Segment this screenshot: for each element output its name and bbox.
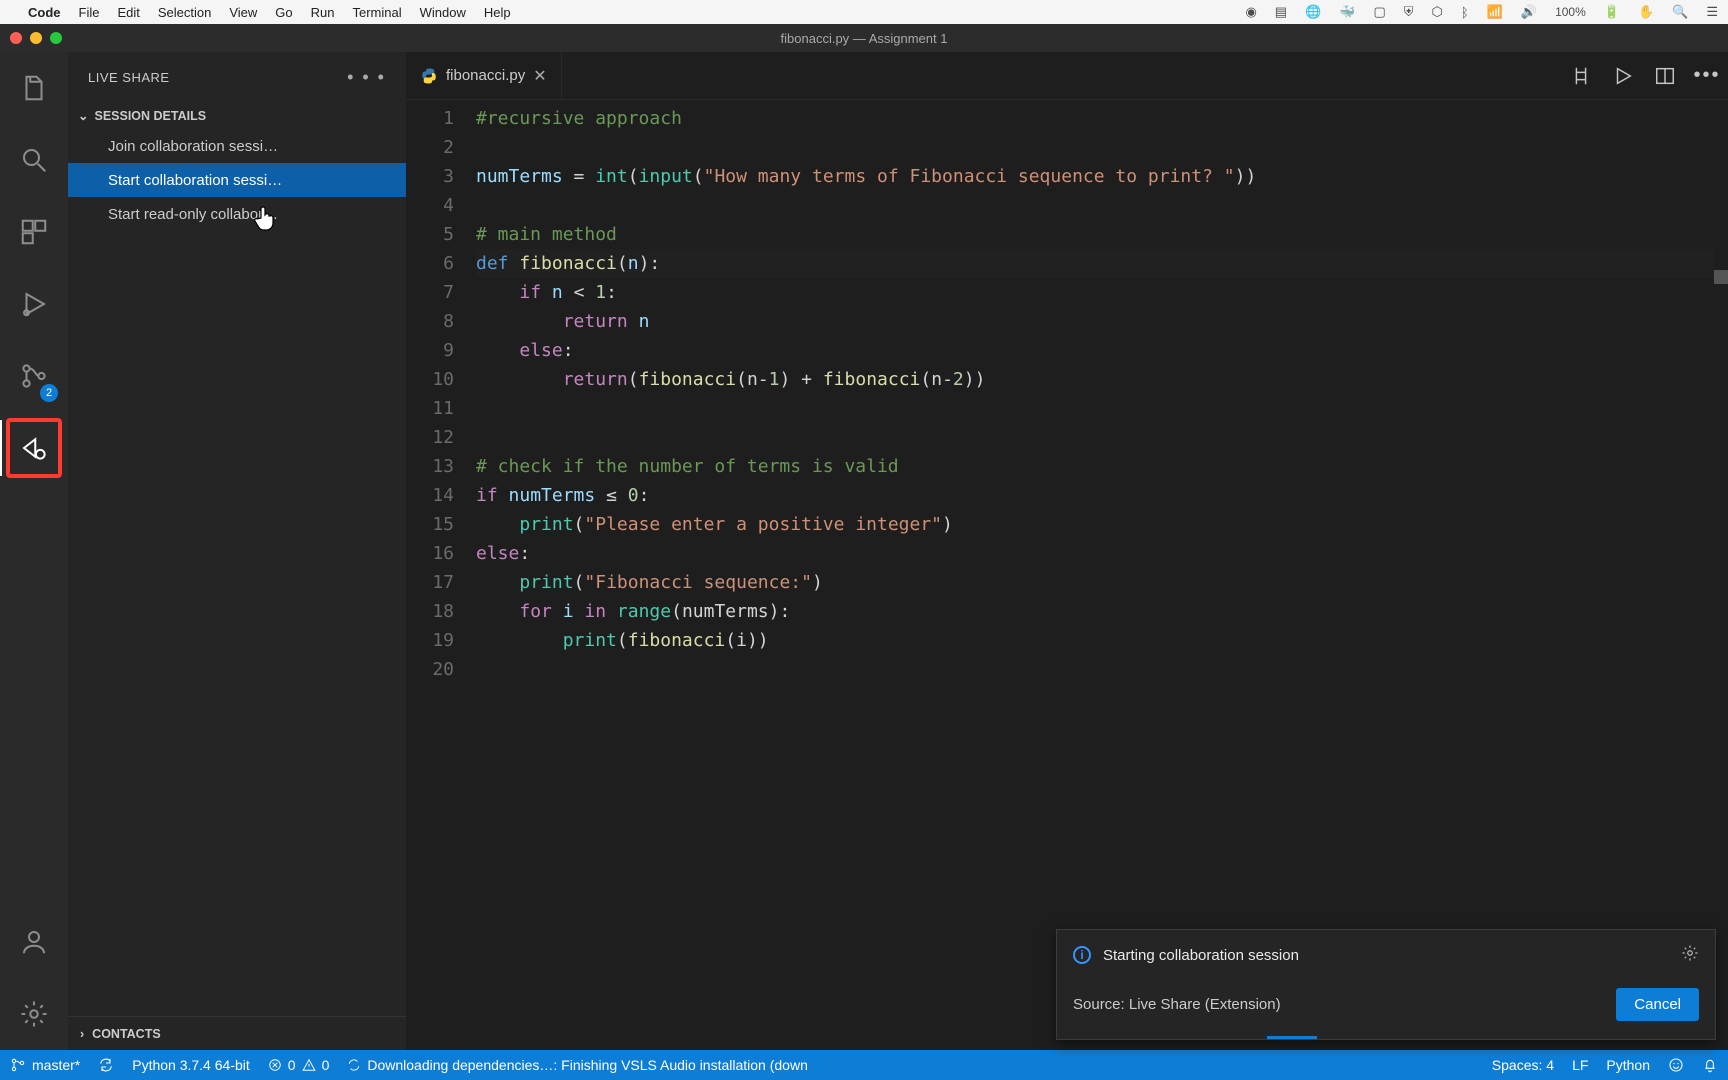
menubar-wifi-icon[interactable]: 📶 <box>1487 4 1503 20</box>
status-bell-icon[interactable] <box>1702 1057 1718 1073</box>
code-area[interactable]: 1234567891011121314151617181920 #recursi… <box>406 100 1728 1050</box>
window-title: fibonacci.py — Assignment 1 <box>0 31 1728 46</box>
status-problems[interactable]: 0 0 <box>268 1057 330 1073</box>
editor-tabbar: fibonacci.py ✕ ••• <box>406 52 1728 100</box>
menu-go[interactable]: Go <box>275 5 292 20</box>
editor-action-compare[interactable] <box>1560 52 1602 99</box>
menubar-package-icon[interactable]: ▢ <box>1373 4 1385 20</box>
status-language[interactable]: Python <box>1606 1057 1650 1073</box>
window-maximize-button[interactable] <box>50 32 62 44</box>
toast-title: Starting collaboration session <box>1103 947 1669 964</box>
toast-source: Source: Live Share (Extension) <box>1073 996 1281 1013</box>
info-icon: i <box>1073 946 1091 964</box>
activity-source-control[interactable]: 2 <box>0 340 68 412</box>
menubar-dropbox-icon[interactable]: ⬡ <box>1432 4 1443 20</box>
status-sync[interactable] <box>98 1057 114 1073</box>
status-branch-label: master* <box>32 1057 80 1073</box>
minimap-thumb[interactable] <box>1714 270 1728 284</box>
menubar-record-icon[interactable]: ◉ <box>1245 4 1256 20</box>
sidebar-item-join[interactable]: Join collaboration sessi… <box>68 129 406 163</box>
menubar-hand-icon[interactable]: ✋ <box>1638 4 1654 20</box>
menubar-control-center-icon[interactable]: ☰ <box>1706 4 1718 20</box>
app-menu[interactable]: Code <box>28 5 61 20</box>
status-errors-count: 0 <box>288 1057 296 1073</box>
chevron-right-icon: › <box>80 1027 84 1041</box>
activity-account[interactable] <box>0 906 68 978</box>
activity-live-share[interactable] <box>0 412 68 484</box>
status-download[interactable]: Downloading dependencies…: Finishing VSL… <box>347 1057 1473 1073</box>
code-content[interactable]: #recursive approachnumTerms = int(input(… <box>476 100 1728 1050</box>
status-bar: master* Python 3.7.4 64-bit 0 0 Download… <box>0 1050 1728 1080</box>
activity-extensions[interactable] <box>0 196 68 268</box>
sidebar-item-label: Start read-only collabor… <box>108 206 278 223</box>
activity-debug[interactable] <box>0 268 68 340</box>
menubar-battery-percent: 100% <box>1555 5 1586 19</box>
menu-window[interactable]: Window <box>420 5 466 20</box>
menubar-spotlight-icon[interactable]: 🔍 <box>1672 4 1688 20</box>
menu-edit[interactable]: Edit <box>117 5 139 20</box>
sidebar-item-start-readonly[interactable]: Start read-only collabor… <box>68 197 406 231</box>
sidebar-more-icon[interactable]: • • • <box>347 67 386 88</box>
menubar-spaces-icon[interactable]: ▤ <box>1275 4 1287 20</box>
minimap[interactable] <box>1714 100 1728 1050</box>
sidebar-title: LIVE SHARE <box>88 70 170 85</box>
chevron-down-icon: ⌄ <box>78 108 88 123</box>
activity-settings[interactable] <box>0 978 68 1050</box>
sidebar-item-label: Start collaboration sessi… <box>108 172 282 189</box>
sidebar: LIVE SHARE • • • ⌄ SESSION DETAILS Join … <box>68 52 406 1050</box>
sidebar-item-start[interactable]: Start collaboration sessi… <box>68 163 406 197</box>
menubar-shield-icon[interactable]: ⛨ <box>1404 4 1414 20</box>
sidebar-item-label: Join collaboration sessi… <box>108 138 278 155</box>
activity-bar: 2 <box>0 52 68 1050</box>
vscode-window: fibonacci.py — Assignment 1 <box>0 24 1728 1080</box>
editor-action-more[interactable]: ••• <box>1686 52 1728 99</box>
tab-close-icon[interactable]: ✕ <box>533 66 546 86</box>
editor-action-split[interactable] <box>1644 52 1686 99</box>
status-download-label: Downloading dependencies…: Finishing VSL… <box>367 1057 808 1073</box>
editor: fibonacci.py ✕ ••• 123456789101112 <box>406 52 1728 1050</box>
sidebar-section-contacts[interactable]: › CONTACTS <box>68 1016 406 1050</box>
toast-progress <box>1057 1036 1715 1039</box>
activity-explorer[interactable] <box>0 52 68 124</box>
menu-selection[interactable]: Selection <box>158 5 211 20</box>
sidebar-contacts-label: CONTACTS <box>92 1027 161 1041</box>
macos-menubar: Code File Edit Selection View Go Run Ter… <box>0 0 1728 24</box>
menubar-volume-icon[interactable]: 🔊 <box>1521 4 1537 20</box>
menu-file[interactable]: File <box>79 5 100 20</box>
menubar-docker-icon[interactable]: 🐳 <box>1339 4 1355 20</box>
activity-search[interactable] <box>0 124 68 196</box>
activity-active-indicator <box>0 420 2 476</box>
menubar-battery-icon[interactable]: 🔋 <box>1604 4 1620 20</box>
editor-tab-fibonacci[interactable]: fibonacci.py ✕ <box>406 52 562 99</box>
menu-run[interactable]: Run <box>311 5 335 20</box>
window-titlebar[interactable]: fibonacci.py — Assignment 1 <box>0 24 1728 52</box>
menubar-globe-icon[interactable]: 🌐 <box>1305 4 1321 20</box>
status-eol[interactable]: LF <box>1572 1057 1588 1073</box>
python-file-icon <box>420 67 438 85</box>
sidebar-section-session-details[interactable]: ⌄ SESSION DETAILS <box>68 102 406 129</box>
status-branch[interactable]: master* <box>10 1057 80 1073</box>
status-warnings-count: 0 <box>322 1057 330 1073</box>
status-python-version[interactable]: Python 3.7.4 64-bit <box>132 1057 250 1073</box>
menu-help[interactable]: Help <box>484 5 511 20</box>
notification-toast: i Starting collaboration session Source:… <box>1056 929 1716 1040</box>
menubar-bluetooth-icon[interactable]: ᛒ <box>1461 5 1469 20</box>
window-close-button[interactable] <box>10 32 22 44</box>
menu-view[interactable]: View <box>229 5 257 20</box>
window-minimize-button[interactable] <box>30 32 42 44</box>
tab-filename: fibonacci.py <box>446 67 525 84</box>
toast-settings-icon[interactable] <box>1681 944 1699 966</box>
status-spaces[interactable]: Spaces: 4 <box>1492 1057 1554 1073</box>
toast-cancel-button[interactable]: Cancel <box>1616 988 1699 1021</box>
source-control-badge: 2 <box>40 384 58 402</box>
line-numbers: 1234567891011121314151617181920 <box>406 100 476 1050</box>
editor-action-run[interactable] <box>1602 52 1644 99</box>
sidebar-section-label: SESSION DETAILS <box>94 109 206 123</box>
menu-terminal[interactable]: Terminal <box>353 5 402 20</box>
status-feedback-icon[interactable] <box>1668 1057 1684 1073</box>
